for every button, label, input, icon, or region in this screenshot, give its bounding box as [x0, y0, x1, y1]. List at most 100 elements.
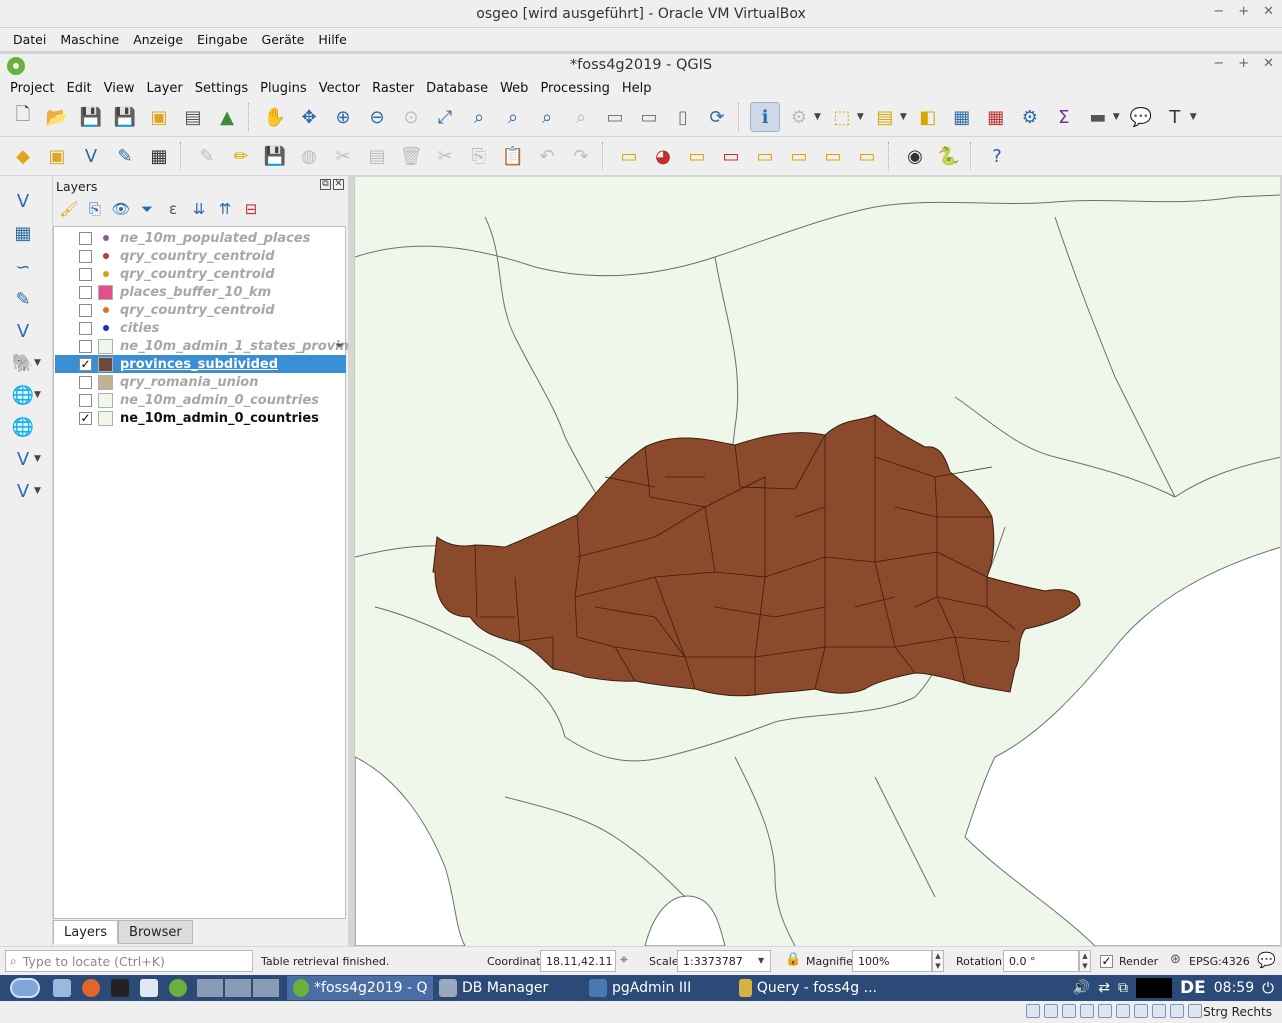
new-shapefile-layer-icon[interactable]: V: [76, 141, 106, 171]
layer-row[interactable]: qry_country_centroid: [55, 301, 346, 319]
crs-icon[interactable]: ⊛: [1170, 952, 1181, 967]
chevron-down-icon[interactable]: ▼: [34, 390, 41, 400]
float-panel-icon[interactable]: ⧉: [320, 179, 331, 190]
magnifier-field[interactable]: 100%: [852, 950, 932, 972]
cpu-icon[interactable]: [1170, 1004, 1184, 1018]
layer-row[interactable]: ne_10m_populated_places: [55, 229, 346, 247]
add-virtual-layer-icon[interactable]: V: [8, 316, 38, 346]
manage-visibility-icon[interactable]: 👁: [111, 200, 131, 218]
minimize-icon[interactable]: −: [1213, 4, 1224, 19]
mouse-integration-icon[interactable]: [1188, 1004, 1202, 1018]
terminal-icon[interactable]: [108, 976, 137, 1000]
menu-vector[interactable]: Vector: [313, 81, 366, 96]
crs-button[interactable]: EPSG:4326: [1189, 955, 1250, 968]
firefox-icon[interactable]: [79, 976, 108, 1000]
new-spatialite-layer-icon[interactable]: ✎: [110, 141, 140, 171]
chevron-down-icon[interactable]: ▼: [1113, 112, 1120, 122]
layer-row[interactable]: qry_country_centroid: [55, 247, 346, 265]
select-features-icon[interactable]: ⬚: [827, 102, 857, 132]
zoom-out-icon[interactable]: ⊖: [362, 102, 392, 132]
zoom-last-icon[interactable]: ⌕: [532, 102, 562, 132]
map-render[interactable]: [355, 177, 1280, 946]
power-icon[interactable]: ⏻: [1262, 979, 1274, 997]
qgis-launcher-icon[interactable]: [166, 976, 195, 1000]
layer-row[interactable]: ne_10m_admin_0_countries: [55, 391, 346, 409]
menu-view[interactable]: View: [98, 81, 141, 96]
pin-labels-icon[interactable]: ▭: [682, 141, 712, 171]
layer-row[interactable]: ne_10m_admin_1_states_provin ⏷: [55, 337, 349, 355]
text-annotation-icon[interactable]: T: [1160, 102, 1190, 132]
rotation-field[interactable]: 0.0 °: [1003, 950, 1079, 972]
pan-to-selection-icon[interactable]: ✥: [294, 102, 324, 132]
chevron-down-icon[interactable]: ▼: [34, 454, 41, 464]
layer-row[interactable]: ✓ ne_10m_admin_0_countries: [55, 409, 346, 427]
close-icon[interactable]: ✕: [1263, 56, 1274, 71]
save-as-icon[interactable]: 💾: [110, 102, 140, 132]
zoom-to-selection-icon[interactable]: ⌕: [464, 102, 494, 132]
layer-visibility-checkbox[interactable]: [79, 393, 92, 407]
menu-layer[interactable]: Layer: [141, 81, 189, 96]
coordinate-field[interactable]: 18.11,42.11: [540, 950, 616, 972]
network-adapter-icon[interactable]: [1080, 1004, 1094, 1018]
deselect-all-icon[interactable]: ◧: [913, 102, 943, 132]
map-tips-icon[interactable]: 💬: [1126, 102, 1156, 132]
quickosm-icon[interactable]: ◉: [900, 141, 930, 171]
close-panel-icon[interactable]: ✕: [333, 179, 344, 190]
spatial-bookmark-icon[interactable]: ▯: [668, 102, 698, 132]
chevron-down-icon[interactable]: ▼: [34, 358, 41, 368]
new-map-view-icon[interactable]: ▭: [600, 102, 630, 132]
messages-icon[interactable]: 💬: [1257, 951, 1276, 969]
chevron-down-icon[interactable]: ▼: [1190, 112, 1197, 122]
change-label-icon[interactable]: ▭: [852, 141, 882, 171]
add-vector-layer-icon[interactable]: V: [8, 186, 38, 216]
collapse-all-icon[interactable]: ⇈: [215, 200, 235, 218]
close-icon[interactable]: ✕: [1263, 4, 1274, 19]
start-menu-icon[interactable]: [0, 976, 50, 1000]
maximize-icon[interactable]: +: [1238, 4, 1249, 19]
keyboard-layout[interactable]: DE: [1180, 978, 1206, 998]
expand-all-icon[interactable]: ⇊: [189, 200, 209, 218]
field-calculator-icon[interactable]: Σ: [1049, 102, 1079, 132]
minimize-icon[interactable]: −: [1213, 56, 1224, 71]
menu-project[interactable]: Project: [4, 81, 60, 96]
layer-visibility-checkbox[interactable]: [79, 285, 92, 299]
layer-row[interactable]: ✓ provinces_subdivided: [55, 355, 346, 373]
add-group-icon[interactable]: ⎘: [85, 200, 105, 218]
extents-toggle-icon[interactable]: ⌖: [620, 952, 628, 968]
vbox-menu-hilfe[interactable]: Hilfe: [311, 32, 353, 47]
usb-icon[interactable]: [1098, 1004, 1112, 1018]
zoom-to-layer-icon[interactable]: ⌕: [498, 102, 528, 132]
help-contents-icon[interactable]: ?: [982, 141, 1012, 171]
volume-icon[interactable]: 🔊: [1073, 980, 1090, 996]
task-pgadmin[interactable]: pgAdmin III: [583, 976, 733, 1000]
vbox-menu-geraete[interactable]: Geräte: [255, 32, 312, 47]
display-icon[interactable]: [1134, 1004, 1148, 1018]
layer-visibility-checkbox[interactable]: [79, 375, 92, 389]
add-mesh-layer-icon[interactable]: ∽: [8, 252, 38, 282]
chevron-down-icon[interactable]: ▼: [758, 956, 764, 965]
layer-visibility-checkbox[interactable]: ✓: [79, 357, 92, 371]
layer-diagram-icon[interactable]: ◕: [648, 141, 678, 171]
vbox-menu-datei[interactable]: Datei: [6, 32, 53, 47]
lock-icon[interactable]: 🔒: [785, 952, 801, 967]
filter-expression-icon[interactable]: ε: [163, 200, 183, 218]
window-list-icon[interactable]: ⧉: [1118, 980, 1128, 996]
layer-visibility-checkbox[interactable]: [79, 303, 92, 317]
show-hide-labels-icon[interactable]: ▭: [750, 141, 780, 171]
layer-visibility-checkbox[interactable]: [79, 321, 92, 335]
tab-browser[interactable]: Browser: [118, 920, 193, 944]
add-wcs-layer-icon[interactable]: 🌐: [8, 412, 38, 442]
save-project-icon[interactable]: 💾: [76, 102, 106, 132]
text-editor-icon[interactable]: [137, 976, 166, 1000]
filter-legend-icon[interactable]: ⏷: [137, 200, 157, 218]
layer-visibility-checkbox[interactable]: ✓: [79, 411, 92, 425]
select-by-value-icon[interactable]: ▤: [870, 102, 900, 132]
toggle-editing-icon[interactable]: ✏: [226, 141, 256, 171]
scale-combo[interactable]: 1:3373787: [677, 950, 771, 972]
add-raster-layer-icon[interactable]: ▦: [8, 218, 38, 248]
map-canvas[interactable]: [354, 177, 1280, 946]
attribute-table-icon[interactable]: ▦: [947, 102, 977, 132]
add-spatialite-layer-icon[interactable]: ✎: [8, 284, 38, 314]
layer-row[interactable]: qry_country_centroid: [55, 265, 346, 283]
filter-icon[interactable]: ⏷: [335, 339, 344, 353]
